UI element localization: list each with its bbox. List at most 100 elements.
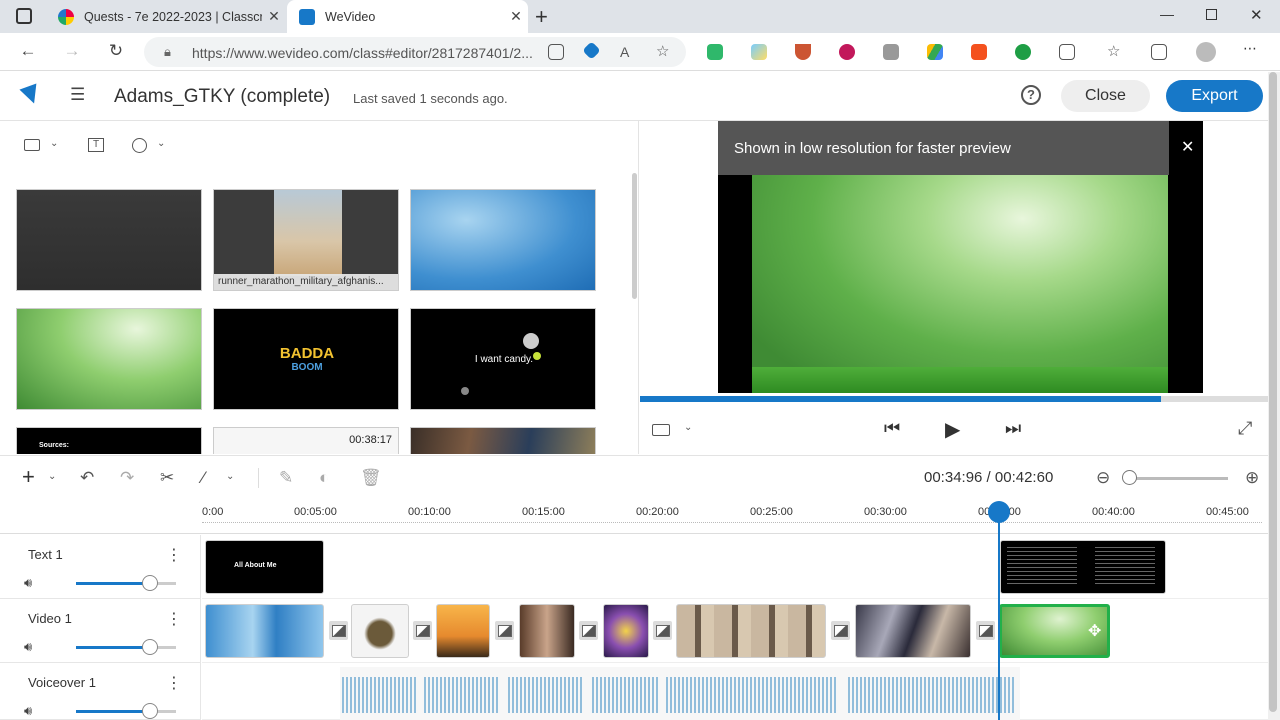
volume-icon[interactable]: 🔊︎	[24, 703, 32, 719]
split-scissors-icon[interactable]: ✂	[160, 468, 174, 488]
skip-back-icon[interactable]: ⏮︎	[884, 418, 900, 439]
help-icon[interactable]: ?	[1021, 85, 1041, 105]
audio-waveform[interactable]	[592, 677, 660, 713]
more-options-icon[interactable]: ⋮	[166, 545, 182, 565]
video-clip[interactable]	[603, 604, 649, 658]
favorites-icon[interactable]: ☆	[1107, 42, 1123, 60]
track-lane-video[interactable]: ✥	[202, 599, 1268, 663]
extension-arrow-icon[interactable]	[971, 44, 987, 60]
more-menu-icon[interactable]: ⋯	[1243, 40, 1259, 56]
text-clip[interactable]	[1000, 540, 1166, 594]
video-clip[interactable]	[436, 604, 490, 658]
volume-slider[interactable]	[76, 646, 176, 649]
maximize-icon[interactable]	[1206, 9, 1217, 20]
transition-icon[interactable]	[653, 621, 672, 640]
url-field[interactable]: 🔒︎ https://www.wevideo.com/class#editor/…	[144, 37, 686, 67]
project-title[interactable]: Adams_GTKY (complete)	[114, 86, 330, 108]
extension-green-icon[interactable]	[707, 44, 723, 60]
collections-icon[interactable]	[1151, 44, 1167, 60]
add-icon[interactable]: +	[22, 464, 35, 490]
video-clip[interactable]	[519, 604, 575, 658]
video-clip[interactable]	[205, 604, 324, 658]
reload-icon[interactable]: ↻	[104, 41, 128, 61]
forward-icon[interactable]: →	[60, 41, 84, 61]
video-clip[interactable]	[855, 604, 971, 658]
video-clip[interactable]	[676, 604, 826, 658]
skip-forward-icon[interactable]: ⏭︎	[1005, 418, 1021, 439]
chevron-down-icon[interactable]: ⌄	[48, 471, 56, 482]
extension-donut-icon[interactable]	[839, 44, 855, 60]
back-icon[interactable]: ←	[16, 41, 40, 61]
fullscreen-icon[interactable]: ⤢	[1238, 418, 1252, 439]
wevideo-logo-icon[interactable]	[19, 83, 43, 107]
transition-icon[interactable]	[413, 621, 432, 640]
media-item[interactable]: I want candy.	[410, 308, 596, 410]
transition-icon[interactable]	[976, 621, 995, 640]
aspect-ratio-icon[interactable]	[652, 424, 670, 436]
audio-waveform[interactable]	[342, 677, 418, 713]
export-button[interactable]: Export	[1166, 80, 1263, 112]
media-item[interactable]: BADDA BOOM	[213, 308, 399, 410]
video-clip[interactable]	[351, 604, 409, 658]
volume-icon[interactable]: 🔊︎	[24, 575, 32, 591]
extension-grid-icon[interactable]	[548, 44, 564, 60]
transition-icon[interactable]	[495, 621, 514, 640]
video-preview[interactable]: Shown in low resolution for faster previ…	[718, 121, 1203, 393]
favorite-add-icon[interactable]: ☆	[656, 42, 672, 60]
volume-slider-handle[interactable]	[142, 639, 158, 655]
extension-photo-icon[interactable]	[751, 44, 767, 60]
magic-wand-icon[interactable]: ⁄	[202, 468, 205, 488]
timeline-ruler[interactable]: 0:00 00:05:00 00:10:00 00:15:00 00:20:00…	[0, 500, 1268, 534]
media-item[interactable]	[16, 308, 202, 410]
chevron-down-icon[interactable]: ⌄	[226, 471, 234, 482]
zoom-in-icon[interactable]: ⊕	[1245, 468, 1259, 488]
read-aloud-icon[interactable]: A	[620, 44, 636, 60]
audio-waveform[interactable]	[666, 677, 836, 713]
media-item[interactable]: 00:38:17	[213, 427, 399, 454]
close-tab-icon[interactable]: ✕	[504, 8, 528, 25]
undo-icon[interactable]: ↶	[80, 468, 94, 488]
track-name[interactable]: Voiceover 1	[28, 675, 96, 690]
color-icon[interactable]: ◐	[319, 468, 329, 488]
media-item[interactable]	[410, 189, 596, 291]
record-icon[interactable]	[132, 138, 147, 153]
edit-pencil-icon[interactable]: ✎	[279, 468, 293, 488]
audio-waveform[interactable]	[848, 677, 1016, 713]
page-scrollbar-thumb[interactable]	[1269, 72, 1277, 712]
media-scrollbar[interactable]	[632, 173, 637, 299]
banner-close-icon[interactable]: ✕	[1181, 137, 1194, 157]
media-image-icon[interactable]	[24, 139, 40, 151]
preview-progress-bar[interactable]	[640, 396, 1268, 402]
track-name[interactable]: Video 1	[28, 611, 72, 626]
audio-waveform[interactable]	[424, 677, 500, 713]
audio-waveform[interactable]	[508, 677, 584, 713]
tab-wevideo[interactable]: WeVideo ✕	[287, 0, 528, 33]
transition-icon[interactable]	[579, 621, 598, 640]
text-tool-icon[interactable]: T	[88, 138, 104, 152]
profile-avatar[interactable]	[1196, 42, 1216, 62]
volume-icon[interactable]: 🔊︎	[24, 639, 32, 655]
drive-icon[interactable]	[927, 44, 943, 60]
zoom-slider-handle[interactable]	[1122, 470, 1137, 485]
hamburger-menu-icon[interactable]: ☰	[70, 85, 85, 105]
media-item[interactable]: Sources:	[16, 427, 202, 454]
track-lane-voiceover[interactable]	[202, 663, 1268, 720]
volume-slider-handle[interactable]	[142, 575, 158, 591]
close-button[interactable]: Close	[1061, 80, 1150, 112]
volume-slider[interactable]	[76, 710, 176, 713]
tab-classcraft[interactable]: Quests - 7e 2022-2023 | Classcra ✕	[46, 0, 286, 33]
new-tab-button[interactable]: +	[535, 4, 548, 30]
volume-slider-handle[interactable]	[142, 703, 158, 719]
playhead-handle[interactable]	[988, 501, 1010, 523]
trash-icon[interactable]: 🗑︎	[360, 468, 382, 488]
transition-icon[interactable]	[831, 621, 850, 640]
check-icon[interactable]	[1015, 44, 1031, 60]
camera-icon[interactable]	[883, 44, 899, 60]
media-item[interactable]: runner_marathon_military_afghanis...	[213, 189, 399, 291]
play-icon[interactable]: ▶︎	[945, 417, 960, 442]
volume-slider[interactable]	[76, 582, 176, 585]
close-tab-icon[interactable]: ✕	[262, 8, 286, 25]
window-close-icon[interactable]: ✕	[1250, 6, 1263, 24]
media-item[interactable]	[16, 189, 202, 291]
redo-icon[interactable]: ↷	[120, 468, 134, 488]
